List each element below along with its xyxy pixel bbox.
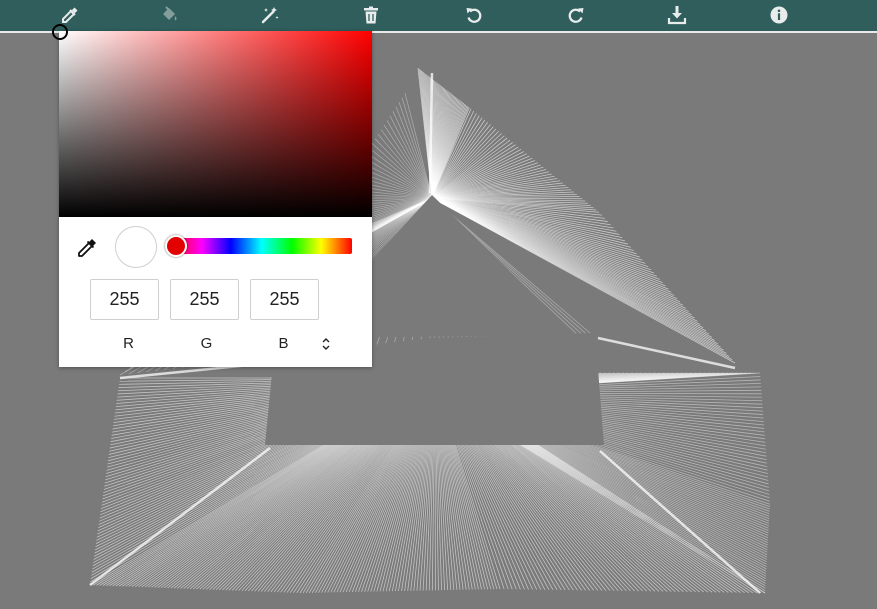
info-button[interactable] (765, 2, 793, 28)
color-picker-panel: R G B (52, 24, 372, 367)
undo-button[interactable] (460, 2, 488, 28)
erased-rectangle (265, 369, 604, 445)
eyedropper-icon (62, 7, 78, 23)
picker-eyedropper-button[interactable] (75, 236, 99, 260)
green-channel-input[interactable] (170, 279, 239, 320)
saturation-area[interactable] (52, 24, 372, 217)
magic-wand-tool-button[interactable] (256, 2, 284, 28)
color-mode-toggle-button[interactable] (318, 335, 334, 353)
saturation-pointer[interactable] (52, 24, 68, 40)
toolbar (0, 0, 877, 33)
download-icon (667, 6, 687, 25)
brush-stroke (383, 124, 433, 199)
redo-icon (568, 8, 584, 23)
red-channel-label: R (123, 335, 134, 352)
blue-channel-input[interactable] (250, 279, 319, 320)
paint-bucket-icon (163, 6, 177, 21)
up-down-chevron-icon (322, 338, 330, 350)
eyedropper-icon (78, 239, 96, 257)
hue-slider-handle[interactable] (165, 235, 187, 257)
magic-wand-icon (261, 7, 279, 24)
hue-slider[interactable] (165, 235, 352, 257)
paint-bucket-tool-button[interactable] (155, 2, 183, 28)
delete-button[interactable] (357, 2, 385, 28)
red-channel-input[interactable] (90, 279, 159, 320)
undo-icon (466, 8, 482, 23)
blue-channel-label: B (278, 335, 289, 352)
green-channel-label: G (200, 335, 213, 352)
redo-button[interactable] (562, 2, 590, 28)
info-icon (770, 6, 788, 24)
trash-icon (364, 6, 378, 24)
download-button[interactable] (663, 2, 691, 28)
selected-color-swatch (115, 226, 157, 268)
